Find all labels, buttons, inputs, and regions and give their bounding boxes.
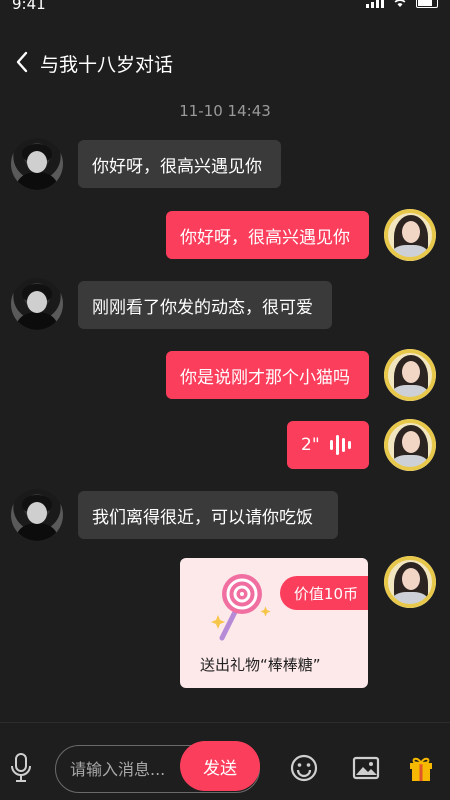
voice-duration: 2" bbox=[301, 435, 320, 455]
gift-description: 送出礼物“棒棒糖” bbox=[200, 656, 321, 674]
user-avatar[interactable] bbox=[384, 556, 436, 608]
contact-avatar[interactable] bbox=[11, 489, 63, 541]
signal-icon bbox=[366, 0, 384, 8]
mic-icon[interactable] bbox=[8, 753, 34, 783]
composer-bar: 发送 bbox=[0, 722, 450, 800]
gift-icon[interactable] bbox=[406, 753, 436, 783]
message-bubble-outgoing[interactable]: 你好呀，很高兴遇见你 bbox=[166, 211, 369, 259]
contact-avatar[interactable] bbox=[11, 278, 63, 330]
user-avatar[interactable] bbox=[384, 209, 436, 261]
chat-title: 与我十八岁对话 bbox=[40, 54, 174, 76]
gift-price-badge: 价值10币 bbox=[279, 576, 368, 610]
lollipop-icon bbox=[211, 574, 271, 641]
message-input[interactable] bbox=[70, 746, 190, 792]
status-time: 9:41 bbox=[12, 0, 46, 13]
message-bubble-outgoing[interactable]: 你是说刚才那个小猫吗 bbox=[166, 351, 369, 399]
wifi-icon bbox=[393, 0, 407, 7]
chat-header: 与我十八岁对话 bbox=[0, 40, 450, 84]
user-avatar[interactable] bbox=[384, 419, 436, 471]
send-button[interactable]: 发送 bbox=[180, 741, 260, 791]
voice-wave-icon bbox=[329, 435, 351, 455]
status-bar: 9:41 bbox=[0, 0, 450, 16]
back-icon bbox=[16, 51, 28, 73]
image-icon[interactable] bbox=[351, 753, 381, 783]
message-bubble-incoming[interactable]: 刚刚看了你发的动态，很可爱 bbox=[78, 281, 332, 329]
gift-card[interactable]: 价值10币 送出礼物“棒棒糖” bbox=[180, 558, 368, 688]
back-button[interactable] bbox=[8, 46, 36, 78]
message-timestamp: 11-10 14:43 bbox=[179, 102, 271, 120]
battery-icon bbox=[416, 0, 438, 8]
status-icons bbox=[366, 0, 438, 8]
contact-avatar[interactable] bbox=[11, 138, 63, 190]
user-avatar[interactable] bbox=[384, 349, 436, 401]
voice-message-bubble[interactable]: 2" bbox=[287, 421, 369, 469]
message-bubble-incoming[interactable]: 我们离得很近，可以请你吃饭 bbox=[78, 491, 338, 539]
emoji-icon[interactable] bbox=[289, 753, 319, 783]
message-bubble-incoming[interactable]: 你好呀，很高兴遇见你 bbox=[78, 140, 281, 188]
